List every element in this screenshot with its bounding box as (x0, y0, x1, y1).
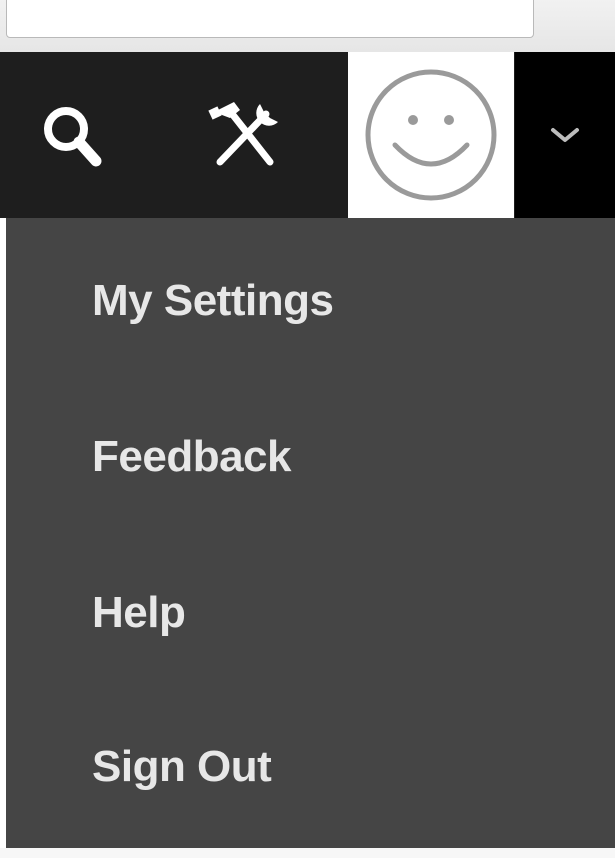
bottom-edge (0, 848, 615, 858)
menu-item-sign-out[interactable]: Sign Out (6, 692, 615, 842)
hammer-wrench-icon (208, 102, 278, 166)
browser-chrome-strip (0, 0, 615, 53)
menu-item-my-settings[interactable]: My Settings (6, 226, 615, 376)
menu-item-feedback[interactable]: Feedback (6, 382, 615, 532)
chevron-down-icon (551, 128, 579, 142)
account-dropdown-menu: My Settings Feedback Help Sign Out (6, 218, 615, 848)
menu-item-label: Sign Out (92, 742, 272, 791)
account-dropdown-toggle[interactable] (515, 52, 615, 218)
user-avatar-button[interactable] (348, 52, 514, 218)
address-bar-fragment (6, 0, 534, 38)
menu-item-label: My Settings (92, 276, 334, 325)
search-icon (43, 107, 101, 167)
menu-item-label: Feedback (92, 432, 291, 481)
menu-item-help[interactable]: Help (6, 538, 615, 688)
search-button[interactable] (6, 52, 141, 218)
top-toolbar (0, 52, 615, 218)
app-window: My Settings Feedback Help Sign Out (0, 0, 615, 858)
tools-button[interactable] (180, 52, 310, 218)
menu-item-label: Help (92, 588, 186, 637)
smiley-avatar-icon (365, 69, 497, 201)
